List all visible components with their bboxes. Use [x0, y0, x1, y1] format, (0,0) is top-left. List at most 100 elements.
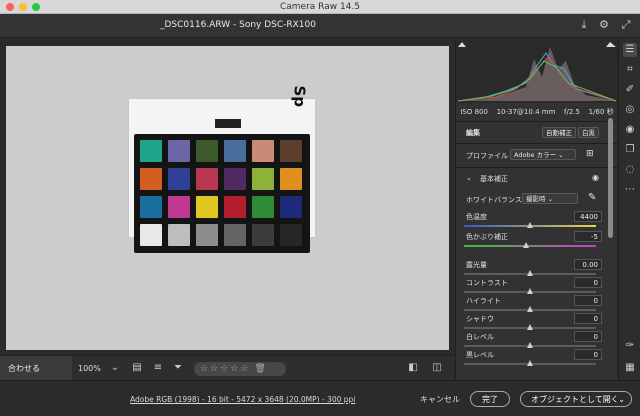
color-patch [280, 196, 302, 218]
filter-icon[interactable]: ⏷ [171, 361, 185, 375]
cancel-button[interactable]: キャンセル [420, 394, 460, 405]
color-patch [168, 168, 190, 190]
auto-button[interactable]: 自動補正 [542, 127, 576, 138]
eyedropper-icon[interactable]: ✎ [588, 192, 596, 203]
profile-browser-icon[interactable]: ⊞ [586, 149, 594, 159]
iso-value: ISO 800 [460, 108, 488, 116]
color-patch [280, 140, 302, 162]
minimize-window-button[interactable] [19, 3, 27, 11]
basic-section: ⌄ 基本補正 ◉ ホワイトバランス 撮影時 ⌄ ✎ 色温度 4400 色かぶり補正 -… [456, 167, 618, 379]
edit-panel: ISO 800 10-37@10.4 mm f/2.5 1/60 秒 編集 自動… [455, 39, 618, 380]
edit-sliders-icon[interactable]: ☰ [623, 43, 637, 57]
rating-stars[interactable]: ☆ ☆ ☆ ☆ ☆ 🗑 [194, 362, 286, 376]
slider-track[interactable] [464, 245, 596, 247]
zoom-percent-select[interactable]: 100% [78, 356, 101, 381]
slider-value-field[interactable]: 0.00 [574, 259, 602, 270]
open-object-button[interactable]: オブジェクトとして開く ⌄ [520, 391, 632, 407]
color-patch [196, 168, 218, 190]
wb-select[interactable]: 撮影時 ⌄ [522, 193, 578, 204]
tool-rail: ☰ ⌗ ✐ ◎ ◉ ❐ ◌ ⋯ ✑ ▦ [618, 39, 640, 380]
open-object-label: オブジェクトとして開く [531, 395, 619, 404]
snapshots-icon[interactable]: ◌ [623, 163, 637, 177]
histogram [456, 39, 618, 103]
color-patch [140, 224, 162, 246]
gear-icon[interactable]: ⚙ [597, 18, 611, 32]
star-icon[interactable]: ☆ [220, 364, 228, 374]
traffic-lights [6, 3, 40, 11]
color-patch [196, 140, 218, 162]
slider-value-field[interactable]: 0 [574, 331, 602, 342]
profile-row: プロファイル Adobe カラー ⌄ ⊞ [456, 143, 618, 165]
file-name: _DSC0116.ARW - Sony DSC-RX100 [160, 20, 316, 30]
image-canvas[interactable]: Sp [0, 39, 454, 355]
save-icon[interactable]: ⤓ [577, 18, 591, 32]
slider-value-field[interactable]: 0 [574, 277, 602, 288]
eye-icon[interactable]: ◉ [592, 173, 599, 182]
fullscreen-icon[interactable]: ⤢ [619, 18, 633, 32]
slider-label: 黒レベル [466, 351, 494, 359]
bw-button[interactable]: 白黒 [578, 127, 599, 138]
profile-value: Adobe カラー [514, 151, 557, 159]
more-icon[interactable]: ⋯ [623, 183, 637, 197]
color-patch [252, 196, 274, 218]
color-patch [252, 168, 274, 190]
star-icon[interactable]: ☆ [210, 364, 218, 374]
workflow-options-link[interactable]: Adobe RGB (1998) - 16 bit - 5472 x 3648 … [130, 395, 355, 404]
zoom-fit-button[interactable]: 合わせる (13.6%) [0, 356, 72, 398]
highlight-clip-icon[interactable] [606, 42, 616, 47]
sampler-icon[interactable]: ✑ [623, 339, 637, 353]
star-icon[interactable]: ☆ [240, 364, 248, 374]
top-toolbar: _DSC0116.ARW - Sony DSC-RX100 ⤓ ⚙ ⤢ [0, 14, 640, 38]
mask-icon[interactable]: ◎ [623, 103, 637, 117]
redeye-icon[interactable]: ◉ [623, 123, 637, 137]
star-icon[interactable]: ☆ [200, 364, 208, 374]
color-patch [252, 140, 274, 162]
star-icon[interactable]: ☆ [230, 364, 238, 374]
wb-label: ホワイトバランス [466, 196, 522, 204]
done-button[interactable]: 完了 [470, 391, 510, 407]
color-patch [140, 140, 162, 162]
heal-icon[interactable]: ✐ [623, 83, 637, 97]
shadow-clip-icon[interactable] [458, 42, 466, 47]
slider-label: シャドウ [466, 315, 494, 323]
grid-icon[interactable]: ▦ [623, 361, 637, 375]
zoom-window-button[interactable] [32, 3, 40, 11]
trash-icon[interactable]: 🗑 [254, 364, 265, 374]
color-patch [196, 196, 218, 218]
focal-value: 10-37@10.4 mm [496, 108, 556, 116]
chevron-down-icon[interactable]: ⌄ [108, 361, 122, 375]
chevron-down-icon[interactable]: ⌄ [618, 392, 625, 408]
slider-label: 白レベル [466, 333, 494, 341]
slider-value-field[interactable]: -5 [574, 231, 602, 242]
window-title: Camera Raw 14.5 [279, 2, 360, 12]
slider-value-field[interactable]: 0 [574, 313, 602, 324]
slider-value-field[interactable]: 0 [574, 295, 602, 306]
shutter-value: 1/60 秒 [588, 108, 614, 116]
card-block [215, 119, 241, 128]
slider-value-field[interactable]: 4400 [574, 211, 602, 222]
color-patch [252, 224, 274, 246]
slider-label: 色かぶり補正 [466, 233, 508, 241]
color-patch [140, 196, 162, 218]
aperture-value: f/2.5 [564, 108, 581, 116]
presets-icon[interactable]: ❐ [623, 143, 637, 157]
profile-select[interactable]: Adobe カラー ⌄ [510, 149, 576, 160]
compare-icon[interactable]: ◫ [430, 361, 444, 375]
slider-value-field[interactable]: 0 [574, 349, 602, 360]
color-patch [168, 140, 190, 162]
footer-bar: Adobe RGB (1998) - 16 bit - 5472 x 3648 … [0, 380, 640, 416]
sort-icon[interactable]: ≡ [151, 361, 165, 375]
color-patch [140, 168, 162, 190]
crop-icon[interactable]: ⌗ [623, 63, 637, 77]
before-after-icon[interactable]: ◧ [406, 361, 420, 375]
color-patch [224, 196, 246, 218]
photo-preview[interactable]: Sp [6, 46, 449, 350]
collapse-chevron-icon[interactable]: ⌄ [466, 174, 472, 182]
bottom-toolbar: 合わせる (13.6%) 100% ⌄ ▤ ≡ ⏷ ☆ ☆ ☆ ☆ ☆ 🗑 ◧ … [0, 355, 454, 398]
filmstrip-icon[interactable]: ▤ [130, 361, 144, 375]
color-patch [280, 168, 302, 190]
card-text: Sp [291, 85, 309, 107]
camera-info: ISO 800 10-37@10.4 mm f/2.5 1/60 秒 [456, 105, 618, 119]
close-window-button[interactable] [6, 3, 14, 11]
panel-scrollbar[interactable] [608, 118, 613, 238]
